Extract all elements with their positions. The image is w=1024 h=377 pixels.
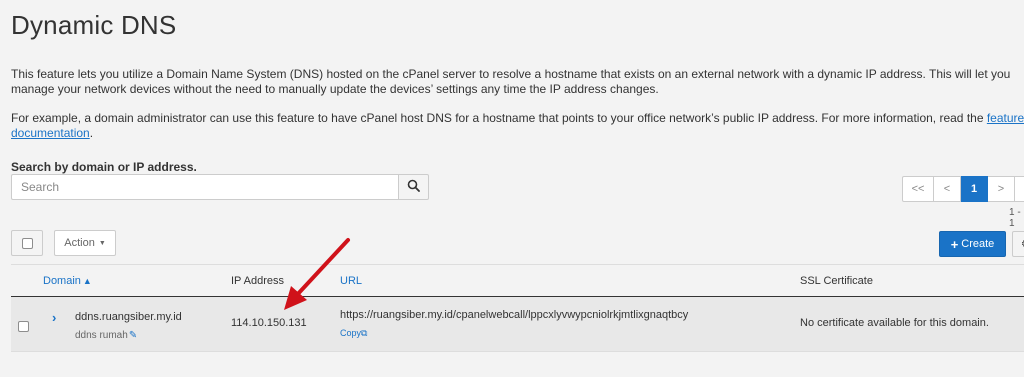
intro-2-prefix: For example, a domain administrator can …: [11, 111, 987, 125]
row-domain: ddns.ruangsiber.my.id: [75, 311, 182, 323]
row-description: ddns rumah✎: [75, 330, 138, 341]
expand-row-icon[interactable]: ›: [52, 310, 56, 325]
edit-pencil-icon[interactable]: ✎: [129, 330, 137, 341]
pagination: << < 1 >: [902, 176, 1024, 202]
copy-icon: ⧉: [361, 328, 368, 338]
chevron-down-icon: ▼: [98, 239, 106, 247]
page-next-button[interactable]: >: [988, 176, 1015, 202]
page-first-button[interactable]: <<: [902, 176, 934, 202]
intro-paragraph-2: For example, a domain administrator can …: [11, 111, 1024, 141]
search-icon: [407, 179, 420, 195]
select-all-checkbox-wrapper[interactable]: [11, 230, 43, 256]
intro-paragraph-1: This feature lets you utilize a Domain N…: [11, 67, 1011, 96]
action-dropdown-button[interactable]: Action ▼: [54, 230, 116, 256]
pagination-info: 1 - 1: [1009, 207, 1021, 229]
red-arrow-annotation: [284, 238, 350, 310]
column-header-domain[interactable]: Domain ▲: [43, 275, 92, 287]
create-button[interactable]: + Create: [939, 231, 1006, 257]
sort-ascending-icon: ▲: [82, 276, 92, 286]
column-header-ip: IP Address: [231, 275, 284, 287]
create-label: Create: [961, 238, 995, 250]
ddns-table: Domain ▲ IP Address URL SSL Certificate ›…: [11, 264, 1024, 352]
action-label: Action: [64, 237, 95, 249]
intro-text: This feature lets you utilize a Domain N…: [11, 67, 1024, 141]
row-ip-address: 114.10.150.131: [231, 317, 307, 329]
search-label: Search by domain or IP address.: [11, 160, 197, 174]
search-box: [11, 174, 429, 200]
intro-2-suffix: .: [89, 126, 94, 140]
search-input[interactable]: [11, 174, 398, 200]
page-title: Dynamic DNS: [11, 10, 177, 40]
column-header-ssl: SSL Certificate: [800, 275, 873, 287]
row-ssl-status: No certificate available for this domain…: [800, 317, 989, 329]
settings-button[interactable]: ⚙: [1012, 231, 1024, 257]
page-current-button[interactable]: 1: [961, 176, 988, 202]
table-row: › ddns.ruangsiber.my.id ddns rumah✎ 114.…: [11, 297, 1024, 352]
row-checkbox[interactable]: [18, 321, 29, 332]
table-header: Domain ▲ IP Address URL SSL Certificate: [11, 265, 1024, 297]
select-all-checkbox[interactable]: [21, 237, 33, 249]
page-last-button[interactable]: [1015, 176, 1024, 202]
row-url: https://ruangsiber.my.id/cpanelwebcall/l…: [340, 309, 689, 321]
copy-url-button[interactable]: Copy⧉: [340, 328, 367, 339]
plus-icon: +: [950, 236, 959, 252]
search-button[interactable]: [398, 174, 429, 200]
page-prev-button[interactable]: <: [934, 176, 961, 202]
